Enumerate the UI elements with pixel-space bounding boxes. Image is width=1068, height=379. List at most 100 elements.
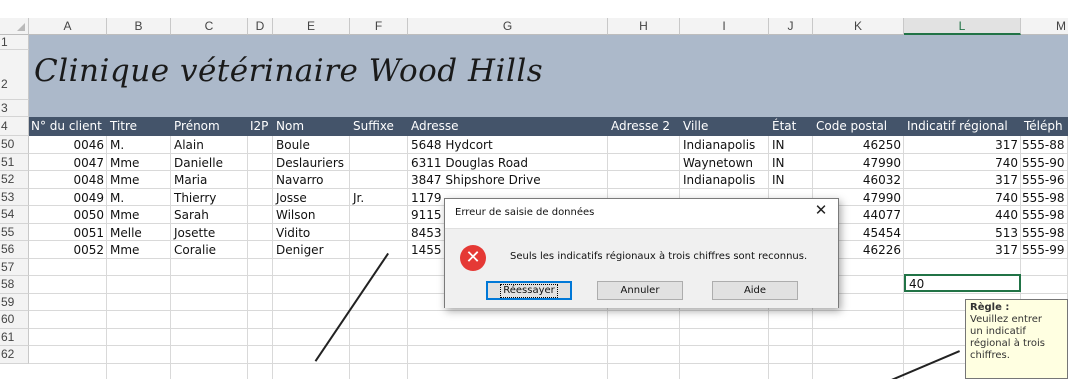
column-header-l[interactable]: L — [904, 18, 1021, 35]
row-header[interactable]: 1 — [0, 35, 29, 50]
cell-k[interactable]: 46032 — [813, 172, 901, 189]
column-header-g[interactable]: G — [408, 18, 608, 35]
cell-j[interactable]: IN — [772, 137, 785, 154]
row-header[interactable]: 54 — [0, 206, 29, 224]
cell-c[interactable]: Danielle — [174, 155, 223, 172]
cell-b[interactable]: Mme — [110, 155, 139, 172]
row-header[interactable]: 61 — [0, 328, 29, 346]
row-header[interactable]: 4 — [0, 117, 29, 136]
cell-b[interactable]: Mme — [110, 207, 139, 224]
cell-l[interactable]: 317 — [904, 242, 1018, 259]
row-header[interactable]: 56 — [0, 241, 29, 259]
cell-c[interactable]: Coralie — [174, 242, 216, 259]
row-header[interactable]: 55 — [0, 223, 29, 241]
cell-g[interactable]: 5648 Hydcort — [411, 137, 493, 154]
cell-e[interactable]: Boule — [276, 137, 310, 154]
cell-a[interactable]: 0050 — [29, 207, 104, 224]
cell-i[interactable]: Indianapolis — [683, 172, 755, 189]
cell-l[interactable]: 513 — [904, 225, 1018, 242]
row-header[interactable]: 53 — [0, 188, 29, 206]
cancel-button[interactable]: Annuler — [597, 281, 683, 300]
cell-b[interactable]: M. — [110, 137, 124, 154]
header-cell-area-code[interactable]: Indicatif régional — [907, 118, 1008, 135]
cell-g[interactable]: 9115 — [411, 207, 442, 224]
cell-b[interactable]: Melle — [110, 225, 142, 242]
retry-button[interactable]: Réessayer — [486, 281, 572, 300]
column-header-f[interactable]: F — [350, 18, 408, 35]
cell-a[interactable]: 0048 — [29, 172, 104, 189]
header-cell-initial[interactable]: I2P — [250, 118, 268, 135]
column-header-h[interactable]: H — [608, 18, 680, 35]
cell-k[interactable]: 47990 — [813, 155, 901, 172]
cell-a[interactable]: 0051 — [29, 225, 104, 242]
row-header[interactable]: 2 — [0, 50, 29, 100]
column-header-e[interactable]: E — [273, 18, 350, 35]
cell-a[interactable]: 0049 — [29, 190, 104, 207]
header-cell-city[interactable]: Ville — [683, 118, 708, 135]
cell-m[interactable]: 555-98 — [1022, 207, 1065, 224]
cell-e[interactable]: Navarro — [276, 172, 324, 189]
cell-g[interactable]: 3847 Shipshore Drive — [411, 172, 541, 189]
cell-i[interactable]: Waynetown — [683, 155, 753, 172]
header-cell-address2[interactable]: Adresse 2 — [611, 118, 670, 135]
column-header-a[interactable]: A — [29, 18, 107, 35]
cell-l[interactable]: 440 — [904, 207, 1018, 224]
cell-i[interactable]: Indianapolis — [683, 137, 755, 154]
cell-e[interactable]: Josse — [276, 190, 307, 207]
header-cell-client-no[interactable]: N° du client — [31, 118, 102, 135]
column-header-m[interactable]: M — [1021, 18, 1068, 35]
cell-m[interactable]: 555-88 — [1022, 137, 1065, 154]
select-all-corner[interactable] — [0, 18, 29, 35]
close-icon[interactable]: ✕ — [812, 202, 830, 220]
cell-m[interactable]: 555-98 — [1022, 225, 1065, 242]
row-header[interactable]: 3 — [0, 100, 29, 117]
column-header-j[interactable]: J — [769, 18, 813, 35]
cell-b[interactable]: M. — [110, 190, 124, 207]
header-cell-address[interactable]: Adresse — [411, 118, 459, 135]
header-cell-phone[interactable]: Téléph — [1024, 118, 1063, 135]
cell-c[interactable]: Alain — [174, 137, 204, 154]
cell-c[interactable]: Josette — [174, 225, 215, 242]
column-header-d[interactable]: D — [248, 18, 273, 35]
row-header[interactable]: 58 — [0, 276, 29, 294]
row-header[interactable]: 62 — [0, 346, 29, 364]
header-cell-firstname[interactable]: Prénom — [174, 118, 220, 135]
cell-l[interactable]: 740 — [904, 155, 1018, 172]
cell-m[interactable]: 555-90 — [1022, 155, 1065, 172]
header-cell-postal[interactable]: Code postal — [816, 118, 887, 135]
cell-b[interactable]: Mme — [110, 242, 139, 259]
cell-a[interactable]: 0052 — [29, 242, 104, 259]
cell-m[interactable]: 555-96 — [1022, 172, 1065, 189]
column-header-i[interactable]: I — [680, 18, 769, 35]
cell-l[interactable]: 317 — [904, 137, 1018, 154]
active-cell-editor[interactable]: 40 — [904, 274, 1021, 292]
cell-g[interactable]: 6311 Douglas Road — [411, 155, 528, 172]
column-header-b[interactable]: B — [107, 18, 171, 35]
cell-c[interactable]: Sarah — [174, 207, 209, 224]
cell-g[interactable]: 1455 — [411, 242, 442, 259]
cell-e[interactable]: Deniger — [276, 242, 324, 259]
cell-e[interactable]: Wilson — [276, 207, 315, 224]
cell-a[interactable]: 0047 — [29, 155, 104, 172]
cell-j[interactable]: IN — [772, 172, 785, 189]
header-cell-suffix[interactable]: Suffixe — [353, 118, 394, 135]
cell-m[interactable]: 555-99 — [1022, 242, 1065, 259]
cell-b[interactable]: Mme — [110, 172, 139, 189]
cell-j[interactable]: IN — [772, 155, 785, 172]
cell-e[interactable]: Deslauriers — [276, 155, 344, 172]
header-cell-lastname[interactable]: Nom — [276, 118, 304, 135]
row-header[interactable]: 50 — [0, 136, 29, 154]
row-header[interactable]: 52 — [0, 171, 29, 189]
cell-a[interactable]: 0046 — [29, 137, 104, 154]
cell-l[interactable]: 740 — [904, 190, 1018, 207]
cell-f[interactable]: Jr. — [353, 190, 364, 207]
cell-g[interactable]: 1179 — [411, 190, 442, 207]
header-cell-title[interactable]: Titre — [110, 118, 137, 135]
cell-g[interactable]: 8453 — [411, 225, 442, 242]
cell-k[interactable]: 46250 — [813, 137, 901, 154]
cell-c[interactable]: Maria — [174, 172, 207, 189]
cell-l[interactable]: 317 — [904, 172, 1018, 189]
row-header[interactable]: 51 — [0, 153, 29, 171]
column-header-k[interactable]: K — [813, 18, 904, 35]
header-cell-state[interactable]: État — [772, 118, 796, 135]
